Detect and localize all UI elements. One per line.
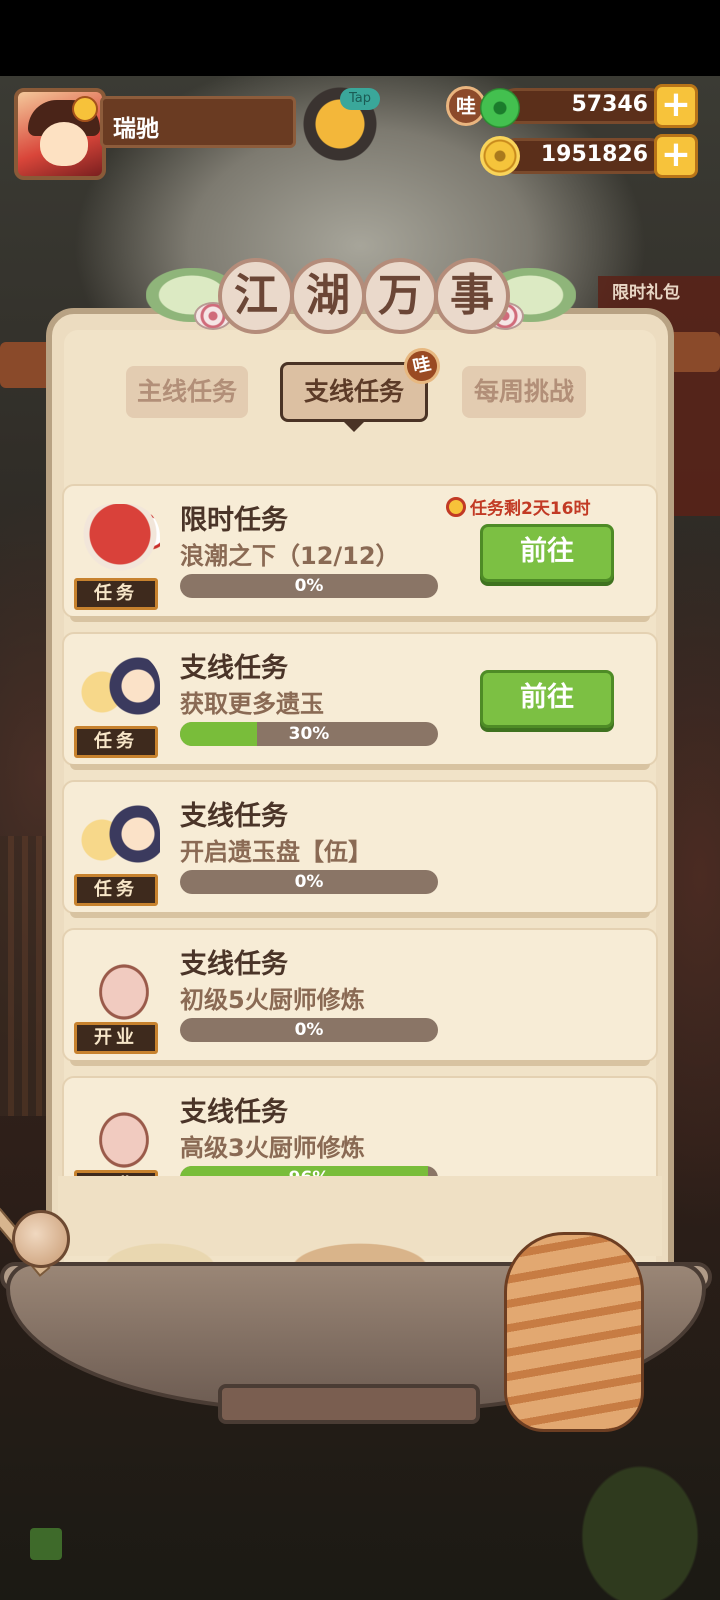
task-progress-bar: 0% [180,870,438,894]
add-coins-button[interactable]: + [654,134,698,178]
card-shadow [70,912,650,918]
meatball-decoration [12,1210,70,1268]
dumpling-shop-icon: 开业 [70,940,174,1056]
task-list[interactable]: 任务 限时任务 浪潮之下（12/12） 0% 任务剩2天16时 前往 任务 支线… [62,474,658,1202]
card-shadow [70,616,650,622]
task-tag: 任务 [74,578,158,610]
player-name-plate: 瑞驰 [100,96,296,148]
task-description: 高级3火厨师修炼 [180,1134,365,1162]
panel-title: 江 湖 万 事 [146,250,576,340]
task-progress-bar: 30% [180,722,438,746]
task-title: 支线任务 [180,949,288,980]
task-tag: 开业 [74,1022,158,1054]
title-char: 江 [218,258,294,334]
tab-weekly-challenge[interactable]: 每周挑战 [462,366,586,418]
title-char: 事 [434,258,510,334]
avatar-face [40,122,88,166]
task-illustration [80,652,160,734]
task-illustration [80,800,160,882]
card-shadow [70,764,650,770]
task-tag: 任务 [74,726,158,758]
task-description: 浪潮之下（12/12） [180,542,400,570]
task-card: 任务 限时任务 浪潮之下（12/12） 0% 任务剩2天16时 前往 [62,484,658,622]
task-timer-text: 任务剩2天16时 [470,499,591,519]
tap-label: Tap [340,88,380,110]
task-title: 支线任务 [180,1097,288,1128]
player-avatar[interactable] [14,88,106,180]
progress-label: 0% [294,1020,324,1040]
add-jade-button[interactable]: + [654,84,698,128]
task-title: 支线任务 [180,653,288,684]
leaf-decoration [560,1440,720,1600]
player-name: 瑞驰 [113,116,159,142]
task-timer: 任务剩2天16时 [446,494,591,519]
task-title: 支线任务 [180,801,288,832]
task-tabs: 主线任务 支线任务 每周挑战 [120,360,600,428]
task-illustration [80,504,160,586]
scholar-icon: 任务 [70,644,174,760]
title-char: 万 [362,258,438,334]
corner-square-icon [30,1528,62,1560]
task-illustration [80,948,160,1030]
task-card: 任务 支线任务 获取更多遗玉 30% 前往 [62,632,658,770]
mushroom-clock-icon: 任务 [70,496,174,612]
progress-label: 30% [288,724,330,744]
limited-gift-label[interactable]: 限时礼包 [612,278,680,303]
tab-main-quests[interactable]: 主线任务 [126,366,248,418]
coin-value: 1951826 [540,142,648,167]
task-card: 任务 支线任务 开启遗玉盘【伍】 0% [62,780,658,918]
bowl-foot [218,1384,480,1424]
task-progress-bar: 0% [180,574,438,598]
task-progress-bar: 0% [180,1018,438,1042]
go-button[interactable]: 前往 [480,670,614,728]
task-description: 获取更多遗玉 [180,690,324,718]
task-description: 初级5火厨师修炼 [180,986,365,1014]
progress-label: 0% [294,576,324,596]
active-tab-pointer [344,422,364,432]
cat-mascot[interactable] [504,1232,644,1432]
scholar-icon: 任务 [70,792,174,908]
avatar-badge-icon [72,96,98,122]
task-title: 限时任务 [180,505,288,536]
alarm-clock-icon [446,497,466,517]
task-description: 开启遗玉盘【伍】 [180,838,372,866]
card-shadow [70,1060,650,1066]
jade-value: 57346 [571,92,648,117]
progress-label: 0% [294,872,324,892]
task-card: 开业 支线任务 初级5火厨师修炼 0% [62,928,658,1066]
status-bar [0,0,720,76]
title-char: 湖 [290,258,366,334]
task-illustration [80,1096,160,1178]
go-button[interactable]: 前往 [480,524,614,582]
task-tag: 任务 [74,874,158,906]
coin-currency: 1951826 + [478,134,698,178]
jade-currency: 哇 57346 + [446,84,698,128]
